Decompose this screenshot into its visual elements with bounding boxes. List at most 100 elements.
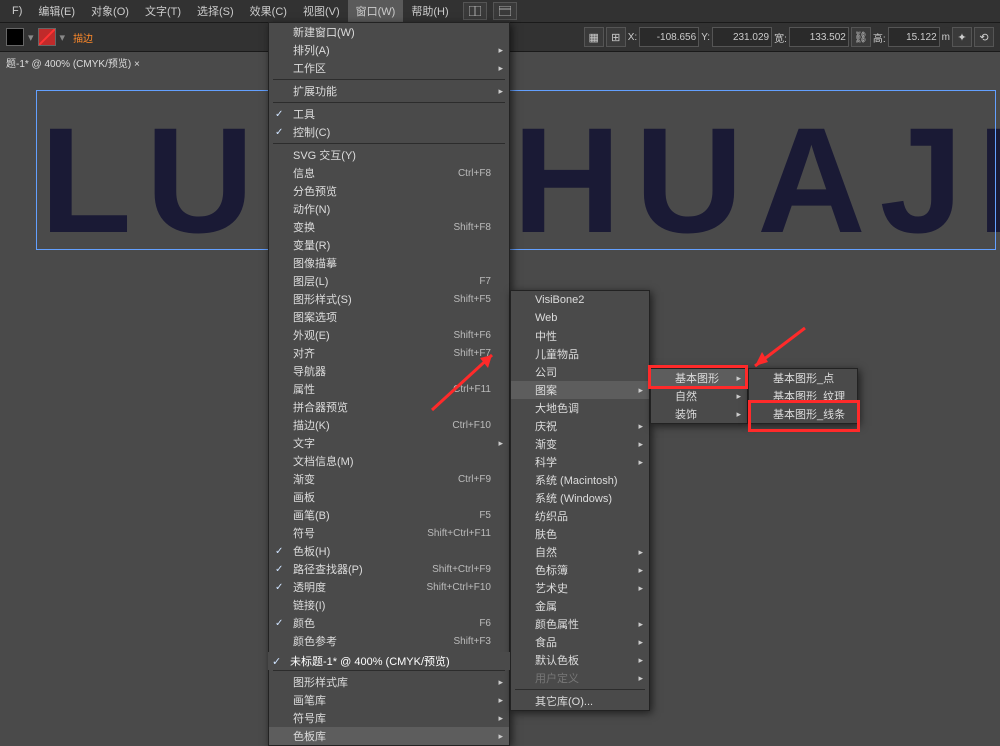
swatchlib-item-11[interactable]: 系统 (Windows) <box>511 489 649 507</box>
window-menu-item-25[interactable]: 文字 <box>269 434 509 452</box>
window-menu-label-31: 色板(H) <box>293 543 330 559</box>
layout-icon[interactable] <box>463 2 487 20</box>
window-menu-item-9[interactable]: SVG 交互(Y) <box>269 146 509 164</box>
swatchlib-label-15: 色标簿 <box>535 562 568 578</box>
window-menu-item-17[interactable]: 图形样式(S)Shift+F5 <box>269 290 509 308</box>
window-menu-item-18[interactable]: 图案选项 <box>269 308 509 326</box>
window-menu-item-12[interactable]: 动作(N) <box>269 200 509 218</box>
window-menu-item-19[interactable]: 外观(E)Shift+F6 <box>269 326 509 344</box>
window-menu-item-4[interactable]: 扩展功能 <box>269 82 509 100</box>
window-menu-item-39[interactable]: 图形样式库 <box>269 673 509 691</box>
swatchlib-item-6[interactable]: 大地色调 <box>511 399 649 417</box>
window-menu-label-1: 排列(A) <box>293 42 330 58</box>
window-menu-item-36[interactable]: 颜色参考Shift+F3 <box>269 632 509 650</box>
window-menu-item-1[interactable]: 排列(A) <box>269 41 509 59</box>
window-menu-item-27[interactable]: 渐变Ctrl+F9 <box>269 470 509 488</box>
swatchlib-item-7[interactable]: 庆祝 <box>511 417 649 435</box>
swatchlib-item-21[interactable]: 用户定义 <box>511 669 649 687</box>
window-menu-item-42[interactable]: 色板库 <box>269 727 509 745</box>
swatchlib-item-23[interactable]: 其它库(O)... <box>511 692 649 710</box>
window-menu-item-0[interactable]: 新建窗口(W) <box>269 23 509 41</box>
window-menu-item-30[interactable]: 符号Shift+Ctrl+F11 <box>269 524 509 542</box>
basic-label-1: 基本图形_纹理 <box>773 388 845 404</box>
menu-window[interactable]: 窗口(W) <box>348 0 404 22</box>
swatchlib-item-5[interactable]: 图案 <box>511 381 649 399</box>
window-menu-doc-item[interactable]: ✓ 未标题-1* @ 400% (CMYK/预览) <box>268 652 510 670</box>
window-menu-item-33[interactable]: ✓透明度Shift+Ctrl+F10 <box>269 578 509 596</box>
swatchlib-item-14[interactable]: 自然 <box>511 543 649 561</box>
swatchlib-label-6: 大地色调 <box>535 400 579 416</box>
window-menu-item-6[interactable]: ✓工具 <box>269 105 509 123</box>
window-menu-item-24[interactable]: 描边(K)Ctrl+F10 <box>269 416 509 434</box>
fill-swatch[interactable] <box>6 28 24 46</box>
tool-extra-1-icon[interactable]: ✦ <box>952 27 972 47</box>
h-field[interactable] <box>888 27 940 47</box>
anchor-widget[interactable]: ⊞ <box>606 27 626 47</box>
swatchlib-item-2[interactable]: 中性 <box>511 327 649 345</box>
pattern-item-0[interactable]: 基本图形 <box>651 369 747 387</box>
window-menu-item-26[interactable]: 文档信息(M) <box>269 452 509 470</box>
x-field[interactable] <box>639 27 699 47</box>
menu-file[interactable]: F) <box>4 2 30 20</box>
window-menu-item-10[interactable]: 信息Ctrl+F8 <box>269 164 509 182</box>
swatchlib-item-9[interactable]: 科学 <box>511 453 649 471</box>
window-menu-item-13[interactable]: 变换Shift+F8 <box>269 218 509 236</box>
window-menu-item-32[interactable]: ✓路径查找器(P)Shift+Ctrl+F9 <box>269 560 509 578</box>
y-field[interactable] <box>712 27 772 47</box>
stroke-swatch[interactable] <box>38 28 56 46</box>
swatchlib-item-13[interactable]: 肤色 <box>511 525 649 543</box>
window-menu-item-21[interactable]: 导航器 <box>269 362 509 380</box>
window-menu-item-34[interactable]: 链接(I) <box>269 596 509 614</box>
basic-item-0[interactable]: 基本图形_点 <box>749 369 857 387</box>
window-menu-item-35[interactable]: ✓颜色F6 <box>269 614 509 632</box>
menu-view[interactable]: 视图(V) <box>295 0 348 22</box>
window-menu-item-29[interactable]: 画笔(B)F5 <box>269 506 509 524</box>
swatchlib-item-1[interactable]: Web <box>511 309 649 327</box>
swatchlib-item-19[interactable]: 食品 <box>511 633 649 651</box>
pattern-item-1[interactable]: 自然 <box>651 387 747 405</box>
menu-help[interactable]: 帮助(H) <box>403 0 456 22</box>
window-menu-item-22[interactable]: 属性Ctrl+F11 <box>269 380 509 398</box>
basic-item-1[interactable]: 基本图形_纹理 <box>749 387 857 405</box>
swatchlib-item-4[interactable]: 公司 <box>511 363 649 381</box>
swatchlib-item-15[interactable]: 色标簿 <box>511 561 649 579</box>
swatchlib-item-10[interactable]: 系统 (Macintosh) <box>511 471 649 489</box>
window-menu-item-2[interactable]: 工作区 <box>269 59 509 77</box>
check-icon: ✓ <box>272 655 281 668</box>
window-menu-item-23[interactable]: 拼合器预览 <box>269 398 509 416</box>
window-menu-label-9: SVG 交互(Y) <box>293 147 356 163</box>
window-menu-item-14[interactable]: 变量(R) <box>269 236 509 254</box>
window-menu-item-41[interactable]: 符号库 <box>269 709 509 727</box>
w-field[interactable] <box>789 27 849 47</box>
window-menu-item-11[interactable]: 分色预览 <box>269 182 509 200</box>
menu-object[interactable]: 对象(O) <box>83 0 137 22</box>
window-menu-item-31[interactable]: ✓色板(H) <box>269 542 509 560</box>
window-menu-item-40[interactable]: 画笔库 <box>269 691 509 709</box>
window-menu-item-28[interactable]: 画板 <box>269 488 509 506</box>
swatchlib-item-3[interactable]: 儿童物品 <box>511 345 649 363</box>
align-btn[interactable]: ▦ <box>584 27 604 47</box>
panel-icon[interactable] <box>493 2 517 20</box>
swatchlib-item-0[interactable]: VisiBone2 <box>511 291 649 309</box>
basic-item-2[interactable]: 基本图形_线条 <box>749 405 857 423</box>
swatchlib-item-18[interactable]: 颜色属性 <box>511 615 649 633</box>
link-wh-icon[interactable]: ⛓ <box>851 27 871 47</box>
window-menu-item-7[interactable]: ✓控制(C) <box>269 123 509 141</box>
swatchlib-item-8[interactable]: 渐变 <box>511 435 649 453</box>
stroke-label: 描边 <box>69 30 97 45</box>
window-menu-item-16[interactable]: 图层(L)F7 <box>269 272 509 290</box>
window-menu-item-20[interactable]: 对齐Shift+F7 <box>269 344 509 362</box>
menu-select[interactable]: 选择(S) <box>189 0 242 22</box>
window-menu-label-40: 画笔库 <box>293 692 326 708</box>
window-menu-item-15[interactable]: 图像描摹 <box>269 254 509 272</box>
menu-effect[interactable]: 效果(C) <box>242 0 295 22</box>
swatchlib-item-12[interactable]: 纺织品 <box>511 507 649 525</box>
swatchlib-item-16[interactable]: 艺术史 <box>511 579 649 597</box>
menu-edit[interactable]: 编辑(E) <box>30 0 83 22</box>
pattern-item-2[interactable]: 装饰 <box>651 405 747 423</box>
tool-extra-2-icon[interactable]: ⟲ <box>974 27 994 47</box>
swatchlib-item-17[interactable]: 金属 <box>511 597 649 615</box>
menu-type[interactable]: 文字(T) <box>137 0 189 22</box>
shortcut: Shift+F7 <box>413 348 491 359</box>
swatchlib-item-20[interactable]: 默认色板 <box>511 651 649 669</box>
